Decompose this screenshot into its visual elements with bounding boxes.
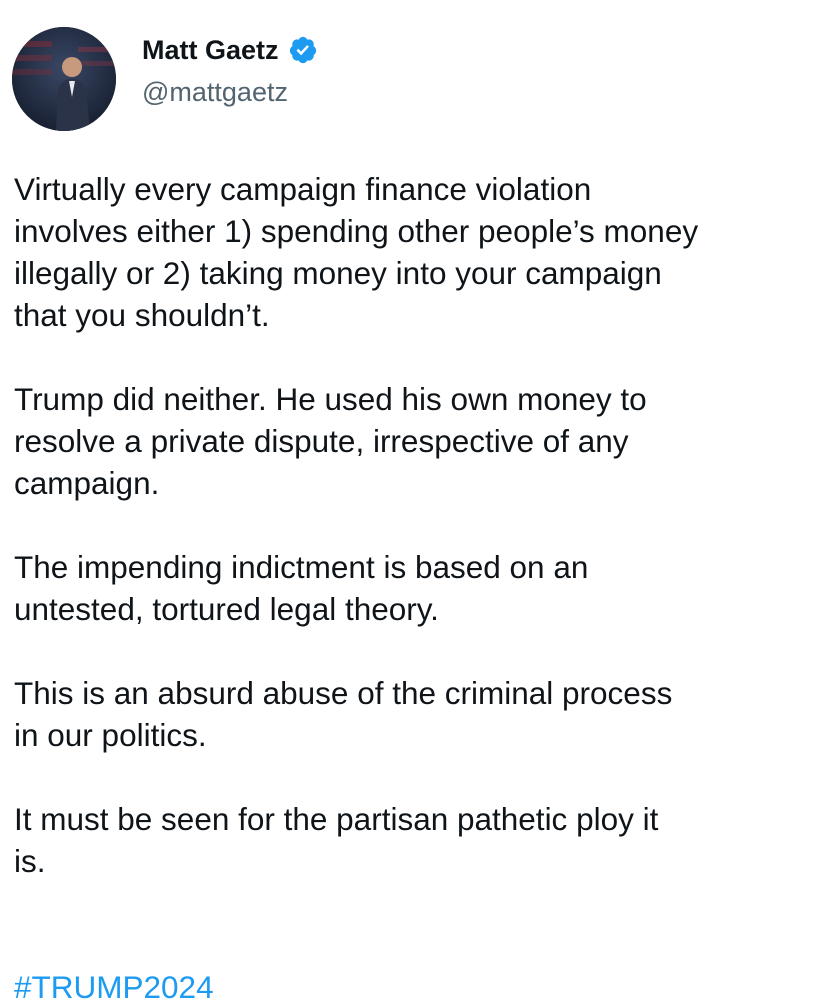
avatar[interactable] [12,27,116,131]
author-info: Matt Gaetz @mattgaetz [142,33,318,109]
hashtag-paragraph: #TRUMP2024 [14,924,814,1008]
avatar-photo [12,27,116,131]
tweet-card: Matt Gaetz @mattgaetz Virtually every ca… [0,0,820,1005]
tweet-paragraph: Trump did neither. He used his own money… [14,381,647,501]
name-row: Matt Gaetz [142,33,318,67]
tweet-paragraph: This is an absurd abuse of the criminal … [14,675,673,753]
tweet-header: Matt Gaetz @mattgaetz [12,27,318,131]
hashtag-link[interactable]: #TRUMP2024 [14,969,214,1005]
tweet-paragraph: Virtually every campaign finance violati… [14,171,699,333]
tweet-paragraph: It must be seen for the partisan patheti… [14,801,659,879]
tweet-text: Virtually every campaign finance violati… [14,168,814,1008]
verified-badge-icon [288,35,318,65]
author-display-name[interactable]: Matt Gaetz [142,33,279,67]
tweet-paragraph: The impending indictment is based on an … [14,549,589,627]
author-handle[interactable]: @mattgaetz [142,75,318,109]
